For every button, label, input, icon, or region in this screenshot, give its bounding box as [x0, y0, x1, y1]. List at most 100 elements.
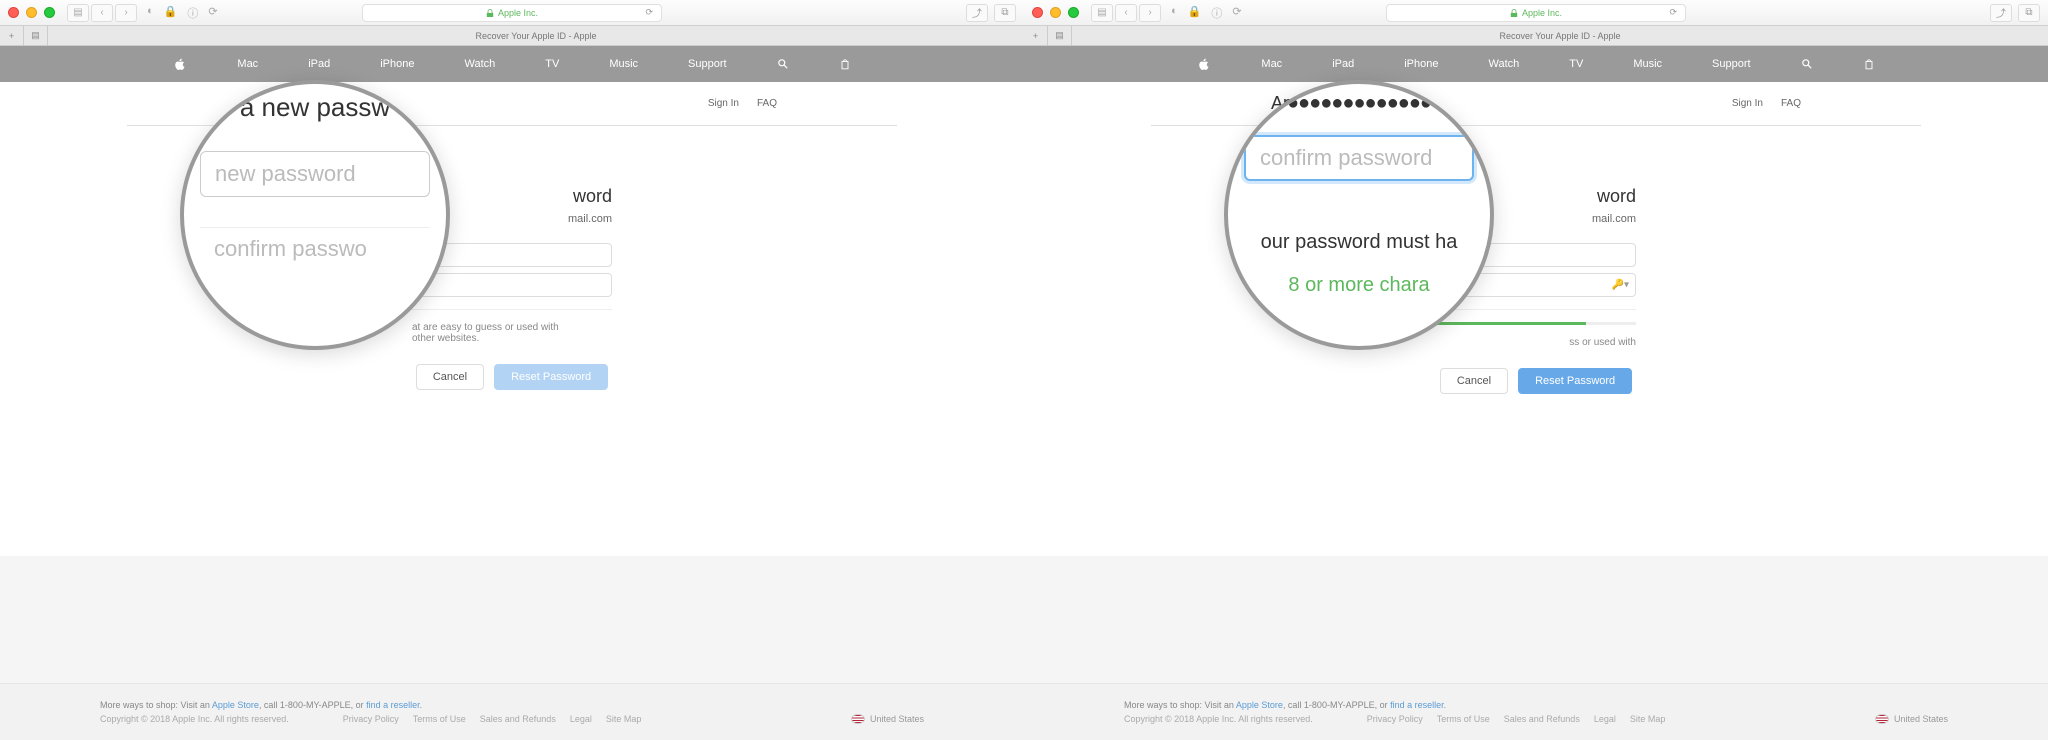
nav-mac[interactable]: Mac: [237, 58, 258, 70]
macos-titlebar: ▤ ‹ › ◐ 🔒 ⓘ ⟳ Apple Inc. ⟳ ⤴ ⧉: [0, 0, 1024, 26]
nav-ipad[interactable]: iPad: [1332, 58, 1354, 70]
url-text: Apple Inc.: [498, 8, 538, 18]
strength-meter: [1436, 322, 1636, 325]
address-bar[interactable]: Apple Inc. ⟳: [362, 4, 662, 22]
search-icon[interactable]: [1801, 58, 1813, 70]
fullscreen-window[interactable]: [44, 7, 55, 18]
toolbar-sidebar[interactable]: ▤: [67, 4, 89, 22]
tab-list-button[interactable]: ▤: [24, 26, 48, 45]
back-button[interactable]: ‹: [91, 4, 113, 22]
traffic-lights: [8, 7, 55, 18]
reader-icon[interactable]: ◐: [1171, 5, 1178, 21]
share-button[interactable]: ⤴: [1990, 4, 2012, 22]
search-icon[interactable]: [777, 58, 789, 70]
nav-ipad[interactable]: iPad: [308, 58, 330, 70]
magnified-confirm-password[interactable]: confirm password: [1244, 135, 1474, 181]
tab-title[interactable]: Recover Your Apple ID - Apple: [48, 31, 1024, 41]
find-reseller-link[interactable]: find a reseller: [1390, 700, 1444, 710]
forward-button[interactable]: ›: [1139, 4, 1161, 22]
refresh-icon[interactable]: ⟳: [645, 7, 653, 18]
apple-store-link[interactable]: Apple Store: [1236, 700, 1283, 710]
nav-support[interactable]: Support: [1712, 58, 1751, 70]
reset-password-button[interactable]: Reset Password: [494, 364, 608, 390]
magnifier-overlay: ●●●●●●●●●●●●●●●●● confirm password our p…: [1224, 80, 1494, 350]
nav-tv[interactable]: TV: [1569, 58, 1583, 70]
us-flag-icon: [851, 714, 865, 724]
tabs-button[interactable]: ⧉: [994, 4, 1016, 22]
magnified-confirm-password[interactable]: confirm passwo: [200, 227, 430, 269]
copyright: Copyright © 2018 Apple Inc. All rights r…: [100, 714, 289, 724]
footer-sitemap[interactable]: Site Map: [1630, 714, 1666, 724]
nav-iphone[interactable]: iPhone: [1404, 58, 1438, 70]
reload-icon[interactable]: ⟳: [208, 5, 217, 21]
nav-support[interactable]: Support: [688, 58, 727, 70]
new-tab-button[interactable]: +: [0, 26, 24, 45]
footer-sales[interactable]: Sales and Refunds: [1504, 714, 1580, 724]
signin-link[interactable]: Sign In: [708, 98, 739, 109]
footer-sales[interactable]: Sales and Refunds: [480, 714, 556, 724]
new-tab-button[interactable]: +: [1024, 26, 1048, 45]
nav-watch[interactable]: Watch: [464, 58, 495, 70]
footer-terms[interactable]: Terms of Use: [413, 714, 466, 724]
nav-iphone[interactable]: iPhone: [380, 58, 414, 70]
copyright: Copyright © 2018 Apple Inc. All rights r…: [1124, 714, 1313, 724]
faq-link[interactable]: FAQ: [1781, 98, 1801, 109]
macos-titlebar: ▤ ‹ › ◐ 🔒 ⓘ ⟳ Apple Inc. ⟳ ⤴ ⧉: [1024, 0, 2048, 26]
minimize-window[interactable]: [26, 7, 37, 18]
nav-music[interactable]: Music: [1633, 58, 1662, 70]
nav-tv[interactable]: TV: [545, 58, 559, 70]
footer-legal[interactable]: Legal: [570, 714, 592, 724]
forward-button[interactable]: ›: [115, 4, 137, 22]
signin-link[interactable]: Sign In: [1732, 98, 1763, 109]
footer-sitemap[interactable]: Site Map: [606, 714, 642, 724]
tab-title[interactable]: Recover Your Apple ID - Apple: [1072, 31, 2048, 41]
apple-global-nav: Mac iPad iPhone Watch TV Music Support: [0, 46, 1024, 82]
lock-icon: 🔒: [164, 5, 178, 21]
tab-list-button[interactable]: ▤: [1048, 26, 1072, 45]
minimize-window[interactable]: [1050, 7, 1061, 18]
password-hint: at are easy to guess or used with other …: [412, 322, 612, 344]
close-window[interactable]: [1032, 7, 1043, 18]
url-text: Apple Inc.: [1522, 8, 1562, 18]
fullscreen-window[interactable]: [1068, 7, 1079, 18]
refresh-icon[interactable]: ⟳: [1669, 7, 1677, 18]
find-reseller-link[interactable]: find a reseller: [366, 700, 420, 710]
info-icon[interactable]: ⓘ: [1211, 5, 1222, 21]
reset-password-button[interactable]: Reset Password: [1518, 368, 1632, 394]
footer: More ways to shop: Visit an Apple Store,…: [0, 683, 1024, 740]
tab-bar: + ▤ Recover Your Apple ID - Apple: [1024, 26, 2048, 46]
region-selector[interactable]: United States: [1875, 714, 1948, 724]
nav-music[interactable]: Music: [609, 58, 638, 70]
https-lock-icon: [486, 9, 494, 17]
back-button[interactable]: ‹: [1115, 4, 1137, 22]
reload-icon[interactable]: ⟳: [1232, 5, 1241, 21]
main-content: word mail.com 🔑▾ ss or used with Cancel …: [1024, 126, 2048, 556]
confirm-password-input[interactable]: [412, 273, 612, 297]
footer: More ways to shop: Visit an Apple Store,…: [1024, 683, 2048, 740]
faq-link[interactable]: FAQ: [757, 98, 777, 109]
apple-store-link[interactable]: Apple Store: [212, 700, 259, 710]
cancel-button[interactable]: Cancel: [1440, 368, 1508, 394]
close-window[interactable]: [8, 7, 19, 18]
nav-mac[interactable]: Mac: [1261, 58, 1282, 70]
address-bar[interactable]: Apple Inc. ⟳: [1386, 4, 1686, 22]
magnified-title: a new passw: [240, 92, 390, 123]
bag-icon[interactable]: [1863, 58, 1875, 70]
share-button[interactable]: ⤴: [966, 4, 988, 22]
footer-privacy[interactable]: Privacy Policy: [343, 714, 399, 724]
apple-logo-icon[interactable]: [173, 57, 187, 71]
apple-logo-icon[interactable]: [1197, 57, 1211, 71]
tabs-button[interactable]: ⧉: [2018, 4, 2040, 22]
cancel-button[interactable]: Cancel: [416, 364, 484, 390]
footer-privacy[interactable]: Privacy Policy: [1367, 714, 1423, 724]
info-icon[interactable]: ⓘ: [187, 5, 198, 21]
magnified-new-password[interactable]: new password: [200, 151, 430, 197]
footer-terms[interactable]: Terms of Use: [1437, 714, 1490, 724]
key-icon[interactable]: 🔑▾: [1612, 280, 1629, 291]
toolbar-sidebar[interactable]: ▤: [1091, 4, 1113, 22]
bag-icon[interactable]: [839, 58, 851, 70]
footer-legal[interactable]: Legal: [1594, 714, 1616, 724]
region-selector[interactable]: United States: [851, 714, 924, 724]
reader-icon[interactable]: ◐: [147, 5, 154, 21]
nav-watch[interactable]: Watch: [1488, 58, 1519, 70]
